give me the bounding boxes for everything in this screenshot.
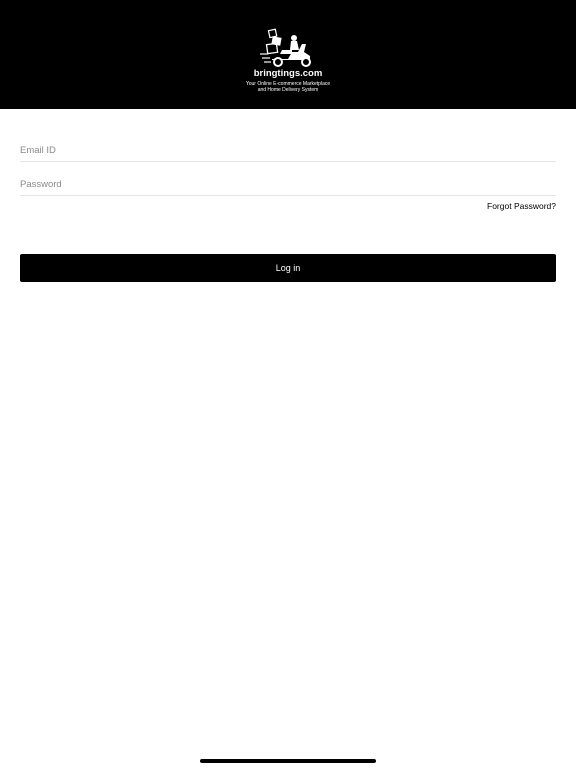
header-banner: bringtings.com Your Online E-commerce Ma… (0, 0, 576, 109)
brand-name: bringtings.com (253, 68, 323, 79)
delivery-scooter-icon (260, 28, 311, 67)
login-screen: bringtings.com Your Online E-commerce Ma… (0, 0, 576, 768)
tagline-line-2: and Home Delivery System (257, 87, 319, 93)
forgot-password-link[interactable]: Forgot Password? (487, 201, 556, 211)
password-field[interactable] (20, 173, 556, 196)
home-indicator (200, 759, 376, 763)
email-field[interactable] (20, 139, 556, 162)
login-button[interactable]: Log in (20, 254, 556, 282)
brand-tagline: Your Online E-commerce Marketplace and H… (0, 81, 576, 93)
